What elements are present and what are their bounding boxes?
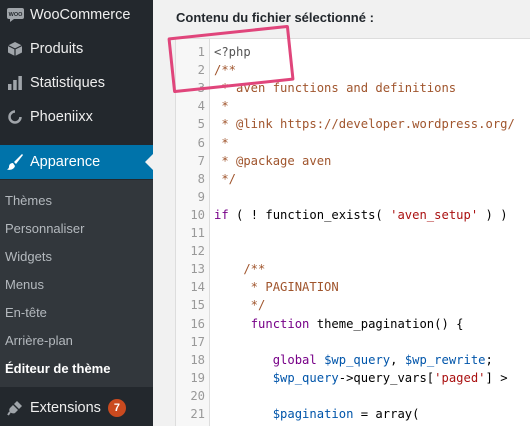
- code-token: $wp_query: [272, 370, 339, 385]
- code-token: /**: [214, 262, 266, 277]
- code-token: theme_pagination() {: [309, 316, 464, 331]
- menu-item-extensions[interactable]: Extensions 7: [0, 391, 153, 425]
- menu-label: Extensions: [30, 400, 101, 416]
- line-number: 14: [190, 280, 205, 295]
- line-number: 5: [197, 117, 205, 132]
- code-text: *: [214, 134, 229, 152]
- submenu-item-personnaliser[interactable]: Personnaliser: [5, 221, 85, 236]
- line-number: 18: [190, 352, 205, 367]
- svg-text:WOO: WOO: [8, 12, 22, 18]
- line-number: 4: [197, 99, 205, 114]
- code-token: ) ): [478, 207, 508, 222]
- code-text: /**: [214, 260, 265, 278]
- code-text: */: [214, 170, 236, 188]
- code-text: if ( ! function_exists( 'aven_setup' ) ): [214, 206, 508, 224]
- line-number: 15: [190, 298, 205, 313]
- submenu-item-en-tete[interactable]: En-tête: [5, 305, 47, 320]
- menu-label: Phoeniixx: [30, 109, 93, 125]
- update-count-badge: 7: [107, 399, 126, 417]
- code-token: $wp_query: [324, 352, 391, 367]
- line-number: 8: [197, 171, 205, 186]
- line-number: 7: [197, 153, 205, 168]
- menu-item-woocommerce[interactable]: WOO WooCommerce: [0, 0, 153, 32]
- appearance-submenu: Thèmes Personnaliser Widgets Menus En-tê…: [0, 180, 153, 387]
- code-text: $wp_query->query_vars['paged'] >: [214, 369, 508, 387]
- menu-label: Statistiques: [30, 75, 105, 91]
- menu-item-phoeniixx[interactable]: Phoeniixx: [0, 100, 153, 134]
- plug-icon: [0, 398, 30, 418]
- admin-sidebar: WOO WooCommerce Produits Statistiques Ph…: [0, 0, 153, 426]
- code-token: ( ! function_exists(: [228, 207, 391, 222]
- line-number: 21: [190, 407, 205, 421]
- line-number: 6: [197, 135, 205, 150]
- line-number: 12: [190, 244, 205, 259]
- line-number: 17: [190, 334, 205, 349]
- code-token: * PAGINATION: [214, 280, 339, 295]
- menu-label: WooCommerce: [30, 7, 131, 23]
- code-token: 'paged': [434, 370, 486, 385]
- menu-label: Produits: [30, 41, 84, 57]
- file-content-label: Contenu du fichier sélectionné :: [176, 10, 374, 25]
- code-token: = array(: [353, 407, 420, 421]
- code-text: function theme_pagination() {: [214, 315, 464, 333]
- circle-icon: [0, 107, 30, 127]
- code-text: * PAGINATION: [214, 278, 339, 296]
- code-token: *: [214, 99, 229, 114]
- menu-label: Apparence: [30, 154, 101, 170]
- code-token: * @link https://developer.wordpress.org/: [214, 117, 515, 132]
- code-token: */: [214, 171, 237, 186]
- code-token: $pagination: [272, 407, 354, 421]
- line-number: 13: [190, 262, 205, 277]
- code-text: */: [214, 296, 266, 314]
- code-text: * @package aven: [214, 152, 331, 170]
- code-text: * @link https://developer.wordpress.org/: [214, 115, 515, 133]
- code-token: 'aven_setup': [390, 207, 479, 222]
- code-text: global $wp_query, $wp_rewrite;: [214, 351, 493, 369]
- code-text: $pagination = array(: [214, 405, 420, 423]
- code-editor[interactable]: 1 <?php 2/** 3 * aven functions and definit…: [175, 38, 530, 426]
- submenu-item-themes[interactable]: Thèmes: [5, 193, 52, 208]
- line-number: 19: [190, 370, 205, 385]
- code-token: if: [214, 207, 229, 222]
- box-icon: [0, 39, 30, 59]
- submenu-item-editeur-de-theme[interactable]: Éditeur de thème: [5, 361, 110, 376]
- line-number: 9: [197, 189, 205, 204]
- bar-chart-icon: [0, 73, 30, 93]
- code-token: ] >: [485, 370, 508, 385]
- line-number: 16: [190, 316, 205, 331]
- code-token: ,: [390, 352, 405, 367]
- code-token: ->query_vars[: [338, 370, 435, 385]
- menu-item-statistiques[interactable]: Statistiques: [0, 66, 153, 100]
- code-token: $wp_rewrite: [404, 352, 486, 367]
- line-number: 20: [190, 388, 205, 403]
- code-token: */: [214, 298, 266, 313]
- code-token: function: [250, 316, 310, 331]
- menu-item-apparence[interactable]: Apparence: [0, 145, 153, 179]
- code-token: global: [272, 352, 317, 367]
- menu-item-produits[interactable]: Produits: [0, 32, 153, 66]
- code-token: ;: [485, 352, 493, 367]
- code-token: *: [214, 135, 229, 150]
- line-number: 11: [190, 226, 205, 240]
- paintbrush-icon: [0, 152, 30, 172]
- submenu-item-widgets[interactable]: Widgets: [5, 249, 52, 264]
- submenu-item-menus[interactable]: Menus: [5, 277, 44, 292]
- woo-icon: WOO: [0, 5, 30, 25]
- submenu-item-arriere-plan[interactable]: Arrière-plan: [5, 333, 73, 348]
- line-number: 10: [190, 207, 205, 222]
- code-text: *: [214, 97, 229, 115]
- code-token: * @package aven: [214, 153, 332, 168]
